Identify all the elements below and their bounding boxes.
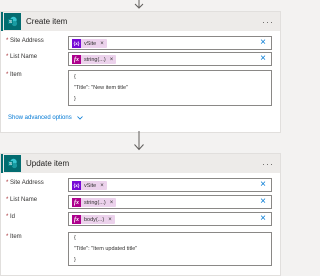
site-address-input[interactable]: {x} vSite × × <box>68 178 272 192</box>
list-name-row: * List Name fx string(...) × × <box>1 195 280 209</box>
expression-token[interactable]: fx string(...) × <box>72 55 117 64</box>
expression-token[interactable]: fx body(...) × <box>72 215 115 224</box>
function-icon: fx <box>72 215 81 224</box>
item-json-textarea[interactable]: { "Title": "New item title" } <box>68 70 272 106</box>
variable-icon: {x} <box>72 39 81 48</box>
sharepoint-icon: S <box>4 155 21 172</box>
field-label: Site Address <box>10 38 44 44</box>
flow-arrow-icon <box>134 131 144 151</box>
field-label: Item <box>10 234 22 240</box>
svg-text:S: S <box>9 19 12 24</box>
list-name-row: * List Name fx string(...) × × <box>1 52 280 66</box>
chevron-down-icon <box>76 116 83 120</box>
card-title: Create item <box>26 17 68 26</box>
item-json-textarea[interactable]: { "Title": "Item updated title" } <box>68 232 272 266</box>
sharepoint-icon: S <box>4 13 21 30</box>
remove-token-icon[interactable]: × <box>110 200 114 206</box>
site-address-input[interactable]: {x} vSite × × <box>68 36 272 50</box>
field-label: Item <box>10 72 22 78</box>
remove-token-icon[interactable]: × <box>100 41 104 47</box>
create-item-card: S Create item ··· * Site Address {x} vSi… <box>0 11 281 133</box>
show-advanced-options-link[interactable]: Show advanced options <box>8 115 83 121</box>
clear-icon[interactable]: × <box>260 38 266 48</box>
variable-icon: {x} <box>72 181 81 190</box>
variable-token[interactable]: {x} vSite × <box>72 39 107 48</box>
clear-icon[interactable]: × <box>260 54 266 64</box>
clear-icon[interactable]: × <box>260 180 266 190</box>
list-name-input[interactable]: fx string(...) × × <box>68 52 272 66</box>
remove-token-icon[interactable]: × <box>100 183 104 189</box>
card-header[interactable]: S Update item ··· <box>1 154 280 173</box>
clear-icon[interactable]: × <box>260 197 266 207</box>
field-label: List Name <box>10 197 38 203</box>
more-options-icon[interactable]: ··· <box>262 159 274 168</box>
card-title: Update item <box>26 159 70 168</box>
function-icon: fx <box>72 198 81 207</box>
field-label: Id <box>10 214 16 220</box>
more-options-icon[interactable]: ··· <box>262 17 274 26</box>
clear-icon[interactable]: × <box>260 214 266 224</box>
remove-token-icon[interactable]: × <box>108 217 112 223</box>
site-address-row: * Site Address {x} vSite × × <box>1 178 280 192</box>
update-item-card: S Update item ··· * Site Address {x} vSi… <box>0 153 281 276</box>
list-name-input[interactable]: fx string(...) × × <box>68 195 272 209</box>
card-header[interactable]: S Create item ··· <box>1 12 280 31</box>
site-address-row: * Site Address {x} vSite × × <box>1 36 280 50</box>
field-label: List Name <box>10 54 38 60</box>
field-label: Site Address <box>10 180 44 186</box>
id-row: * Id fx body(...) × × <box>1 212 280 226</box>
svg-text:S: S <box>9 161 12 166</box>
id-input[interactable]: fx body(...) × × <box>68 212 272 226</box>
expression-token[interactable]: fx string(...) × <box>72 198 117 207</box>
remove-token-icon[interactable]: × <box>110 57 114 63</box>
flow-arrow-icon <box>134 0 144 9</box>
function-icon: fx <box>72 55 81 64</box>
variable-token[interactable]: {x} vSite × <box>72 181 107 190</box>
